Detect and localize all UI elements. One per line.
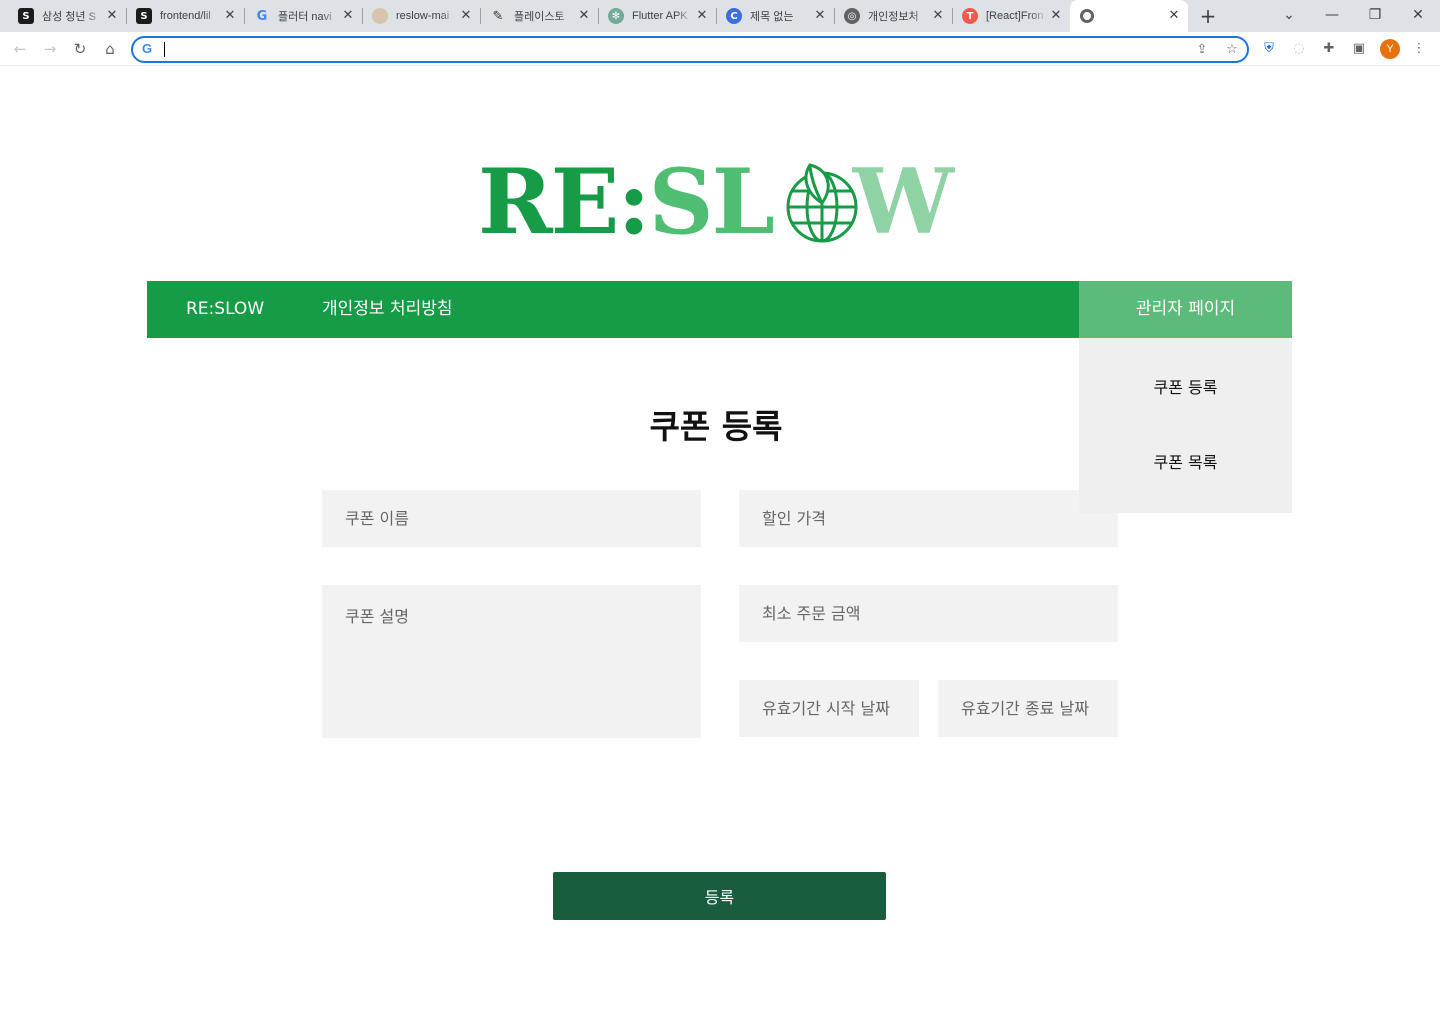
google-icon: G: [256, 8, 268, 24]
coupon-name-input[interactable]: [322, 490, 701, 547]
close-tab-icon[interactable]: ✕: [458, 8, 474, 24]
tab-title: Flutter APK: [632, 10, 688, 22]
tab-title: reslow-mai: [396, 10, 450, 22]
coupon-description-input[interactable]: [322, 585, 701, 738]
google-icon: G: [142, 41, 153, 56]
admin-dropdown-menu: 쿠폰 등록 쿠폰 목록: [1079, 338, 1292, 513]
close-tab-icon[interactable]: ✕: [222, 8, 238, 24]
browser-tab[interactable]: S 삼성 청년 S ✕: [8, 0, 127, 32]
tab-search-icon[interactable]: ⌄: [1267, 0, 1311, 32]
dropdown-item-coupon-register[interactable]: 쿠폰 등록: [1079, 374, 1292, 398]
close-tab-icon[interactable]: ✕: [812, 8, 828, 24]
reslow-logo[interactable]: RE:SL W: [478, 155, 968, 250]
valid-end-date-input[interactable]: [938, 680, 1118, 737]
home-icon[interactable]: ⌂: [98, 38, 122, 60]
extension-icon[interactable]: ◌: [1289, 39, 1309, 59]
nav-admin-menu[interactable]: 관리자 페이지: [1079, 281, 1292, 338]
dropdown-item-coupon-list[interactable]: 쿠폰 목록: [1079, 449, 1292, 473]
discount-price-input[interactable]: [739, 490, 1118, 547]
tab-title: [React]Fron: [986, 10, 1044, 22]
browser-tab[interactable]: T [React]Fron ✕: [952, 0, 1070, 32]
main-navigation: RE:SLOW 개인정보 처리방침 관리자 페이지: [147, 281, 1292, 338]
minimize-icon[interactable]: —: [1310, 0, 1354, 32]
browser-tab[interactable]: reslow-mai ✕: [362, 0, 481, 32]
address-input[interactable]: [163, 40, 1183, 59]
address-bar[interactable]: G ⇪ ☆: [131, 36, 1249, 63]
new-tab-button[interactable]: +: [1196, 4, 1220, 28]
bitwarden-extension-icon[interactable]: ⛨: [1259, 39, 1279, 59]
browser-tab[interactable]: ✎ 플레이스토 ✕: [480, 0, 599, 32]
close-window-icon[interactable]: ✕: [1396, 0, 1440, 32]
slack-icon: S: [136, 8, 152, 24]
notion-icon: ✎: [492, 8, 504, 24]
menu-dots-icon[interactable]: ⋮: [1409, 39, 1429, 59]
slack-icon: S: [18, 8, 34, 24]
browser-tab-strip: S 삼성 청년 S ✕ S frontend/lil ✕ G 플러터 navi …: [0, 0, 1440, 32]
close-tab-icon[interactable]: ✕: [1048, 8, 1064, 24]
browser-tab-active[interactable]: ✕: [1070, 0, 1188, 32]
tab-title: 개인정보처: [868, 11, 919, 23]
tab-title: frontend/lil: [160, 10, 211, 22]
browser-toolbar: ← → ↻ ⌂ G ⇪ ☆ ⛨ ◌ ✚ ▣ ⋮: [0, 32, 1440, 66]
leaf-globe-icon: [786, 163, 858, 243]
valid-start-date-input[interactable]: [739, 680, 919, 737]
browser-tab[interactable]: ◎ 개인정보처 ✕: [834, 0, 953, 32]
close-tab-icon[interactable]: ✕: [104, 8, 120, 24]
close-tab-icon[interactable]: ✕: [694, 8, 710, 24]
chatgpt-icon: ✻: [608, 8, 624, 24]
tistory-icon: T: [962, 8, 978, 24]
bookmark-star-icon[interactable]: ☆: [1223, 41, 1241, 59]
chrome-icon: [1080, 9, 1094, 23]
text-caret: [164, 42, 165, 57]
reload-icon[interactable]: ↻: [68, 38, 92, 60]
nav-home-link[interactable]: RE:SLOW: [186, 281, 264, 338]
puzzle-extensions-icon[interactable]: ✚: [1319, 39, 1339, 59]
globe-icon: ◎: [844, 8, 860, 24]
logo-wordmark: RE:SL W: [478, 149, 954, 255]
share-icon[interactable]: ⇪: [1193, 41, 1211, 59]
min-order-amount-input[interactable]: [739, 585, 1118, 642]
canva-icon: C: [726, 8, 742, 24]
github-avatar-icon: [372, 8, 388, 24]
tab-title: 플레이스토: [514, 11, 565, 23]
tab-title: 삼성 청년 S: [42, 11, 96, 23]
close-tab-icon[interactable]: ✕: [576, 8, 592, 24]
profile-avatar[interactable]: Y: [1380, 39, 1400, 59]
browser-tab[interactable]: G 플러터 navi ✕: [244, 0, 363, 32]
side-panel-icon[interactable]: ▣: [1349, 39, 1369, 59]
tab-title: 제목 없는: [750, 11, 794, 23]
register-button[interactable]: 등록: [553, 872, 886, 920]
nav-privacy-link[interactable]: 개인정보 처리방침: [322, 281, 453, 338]
restore-icon[interactable]: ❐: [1353, 0, 1397, 32]
close-tab-icon[interactable]: ✕: [340, 8, 356, 24]
tab-title: 플러터 navi: [278, 11, 332, 23]
close-tab-icon[interactable]: ✕: [930, 8, 946, 24]
browser-tab[interactable]: ✻ Flutter APK ✕: [598, 0, 717, 32]
close-tab-icon[interactable]: ✕: [1166, 8, 1182, 24]
browser-tab[interactable]: C 제목 없는 ✕: [716, 0, 835, 32]
browser-tab[interactable]: S frontend/lil ✕: [126, 0, 245, 32]
forward-icon[interactable]: →: [38, 38, 62, 60]
back-icon[interactable]: ←: [8, 38, 32, 60]
